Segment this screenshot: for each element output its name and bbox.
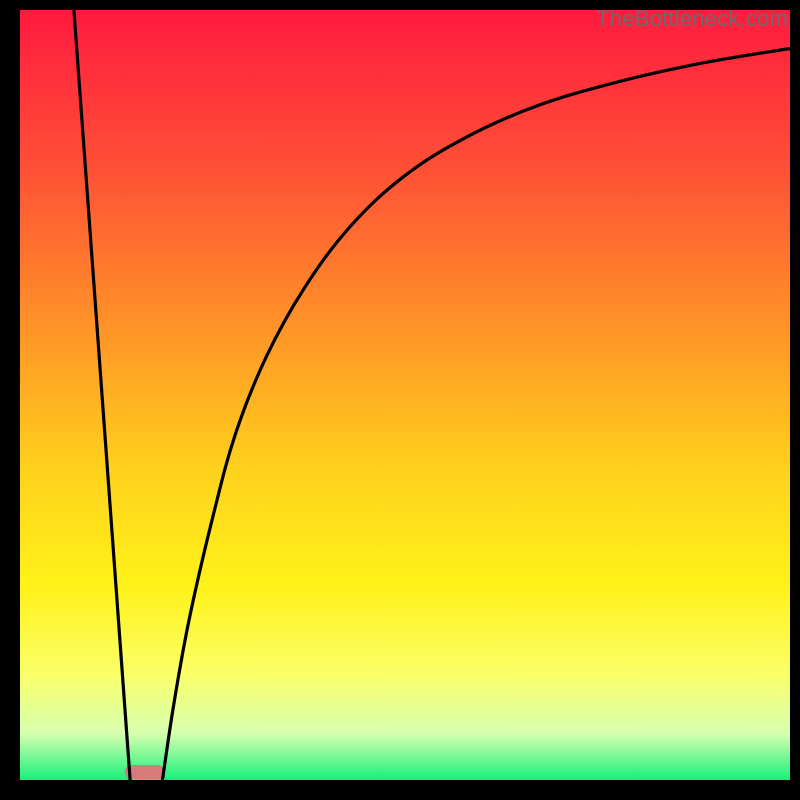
- gradient-background: [20, 10, 790, 780]
- plot-area: [20, 10, 790, 780]
- watermark-label: TheBottleneck.com: [596, 6, 788, 32]
- chart-frame: TheBottleneck.com: [0, 0, 800, 800]
- chart-svg: [20, 10, 790, 780]
